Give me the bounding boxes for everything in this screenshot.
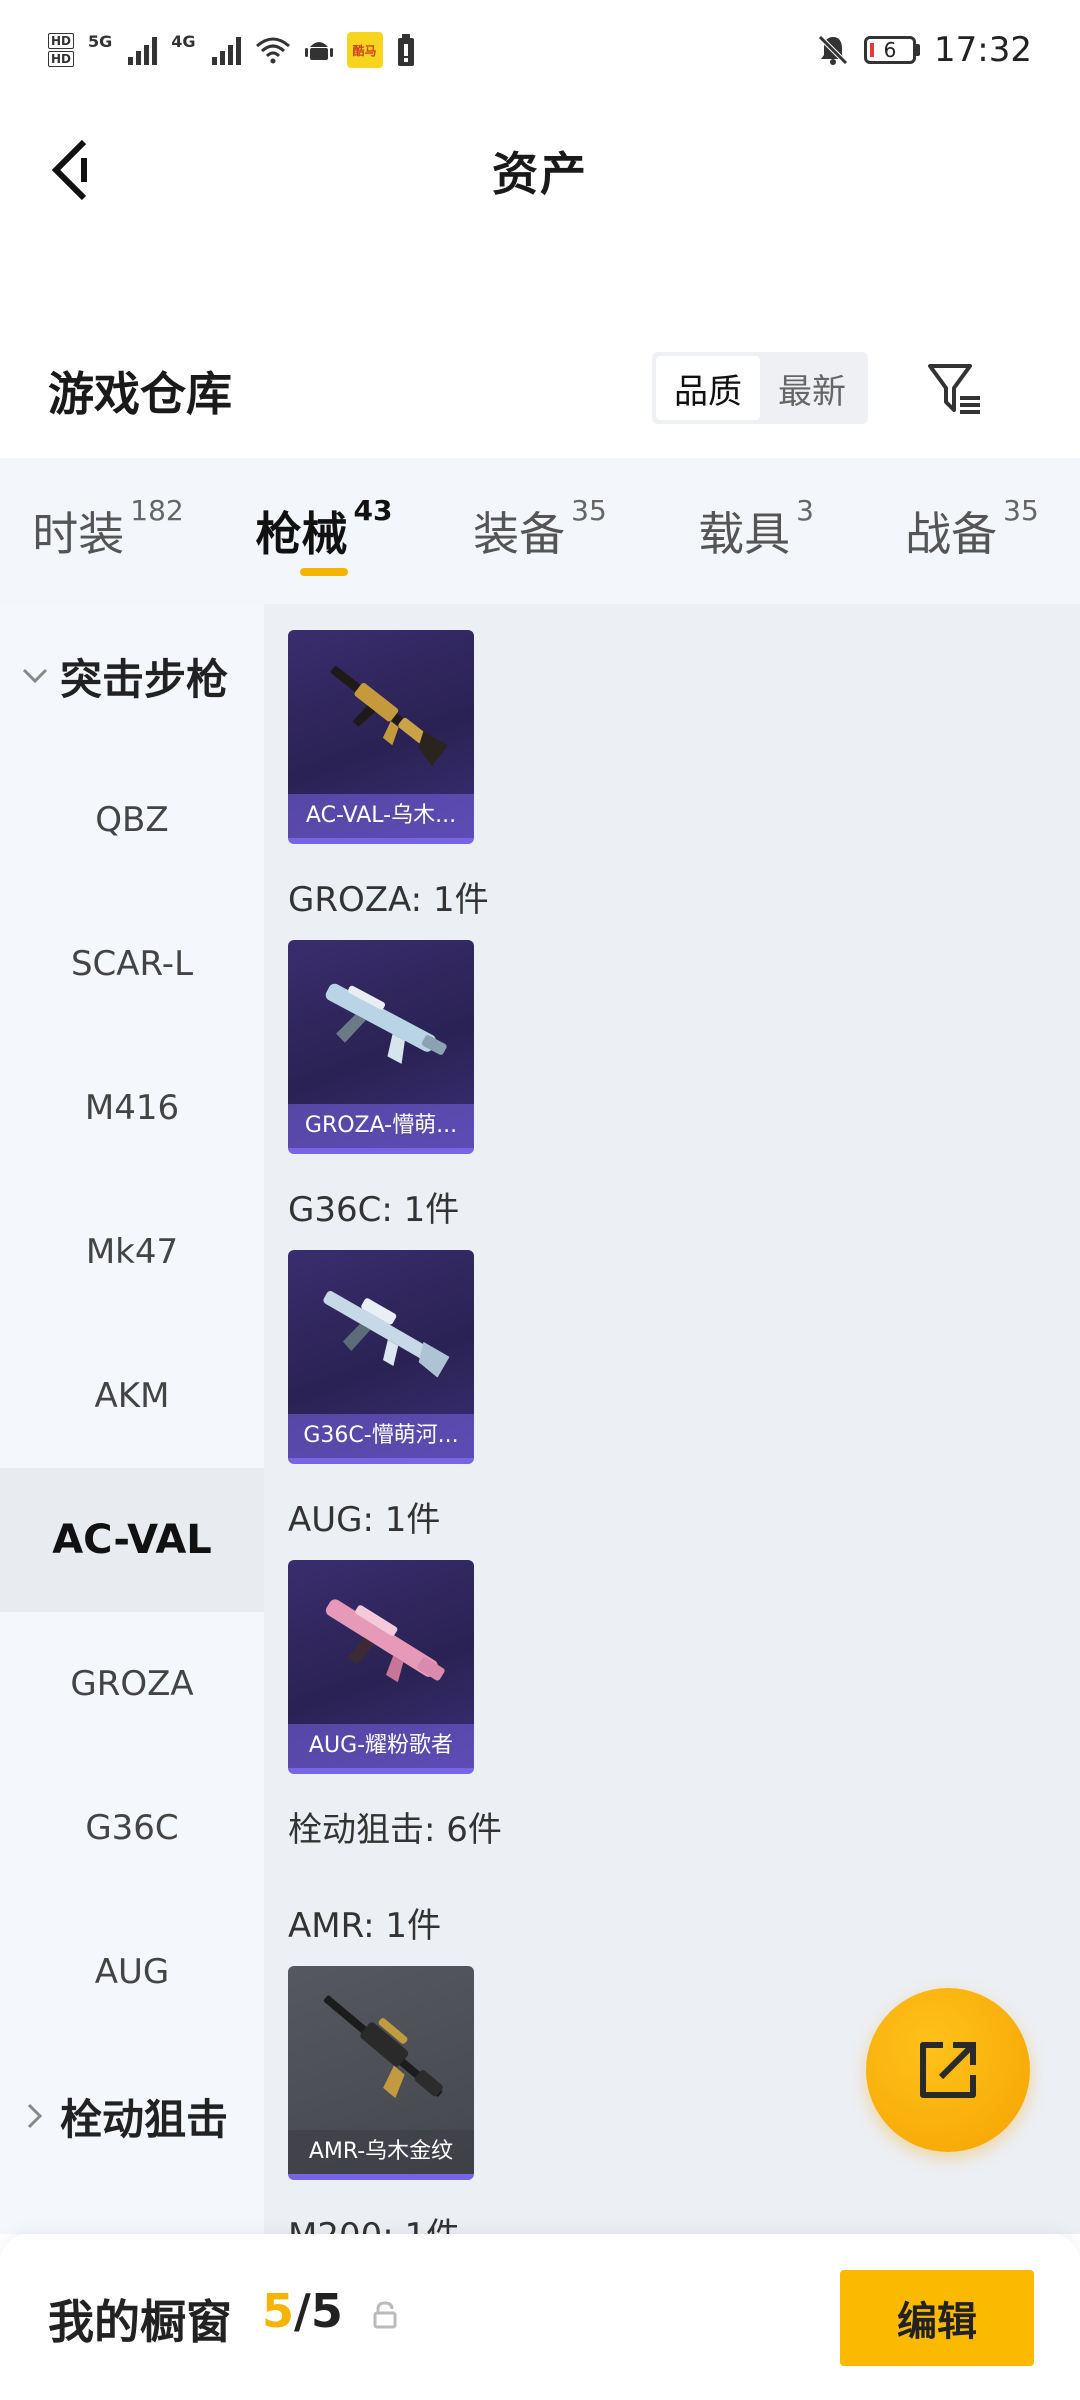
tab-firearms[interactable]: 枪械 43 [216,458,432,604]
sidebar-group-assault-rifles[interactable]: 突击步枪 [0,604,264,748]
sort-quality-button[interactable]: 品质 [656,356,760,420]
rifle-image [323,1291,450,1378]
tab-count: 43 [353,494,393,527]
filter-button[interactable] [918,352,990,424]
showcase-max: 5 [310,2284,343,2338]
showcase-bar: 我的橱窗 5/5 编辑 [0,2234,1080,2400]
sidebar-group-label: 栓动狙击 [60,2094,229,2144]
rifle-image [325,1599,445,1683]
app-notification-icon: 酷马 [346,32,383,68]
signal-2-icon [211,35,241,65]
sidebar-item-akm[interactable]: AKM [0,1324,264,1468]
status-right: 6 17:32 [816,30,1032,70]
item-caption: AMR-乌木金纹 [288,2130,474,2174]
rifle-image [330,666,448,766]
item-caption: GROZA-懵萌... [288,1104,474,1148]
showcase-label: 我的橱窗 [48,2295,232,2349]
page-title: 资产 [492,147,588,201]
sidebar-item-aug[interactable]: AUG [0,1900,264,2044]
tab-label: 战备 [905,507,998,561]
sidebar-item-g36c[interactable]: G36C [0,1756,264,1900]
item-card-g36c[interactable]: G36C-懵萌河... [288,1250,474,1464]
warehouse-header: 游戏仓库 品质 最新 [0,330,1080,450]
tab-label: 载具 [698,507,791,561]
item-caption: AC-VAL-乌木... [288,794,474,838]
hd-indicators: HD HD [48,33,75,67]
sidebar-group-label: 突击步枪 [60,654,229,704]
tab-fashion[interactable]: 时装 182 [0,458,216,604]
showcase-count: 5/5 [262,2284,343,2338]
tab-combat-gear[interactable]: 战备 35 [864,458,1080,604]
sidebar-item-scar-l[interactable]: SCAR-L [0,892,264,1036]
signal-1-label: 5G [88,32,113,51]
weapon-sidebar: 突击步枪 QBZ SCAR-L M416 Mk47 AKM AC-VAL GRO… [0,604,264,2234]
filter-icon [928,364,980,414]
sniper-rifle-image [323,1995,443,2099]
warehouse-title: 游戏仓库 [48,367,232,421]
showcase-current: 5 [262,2284,295,2338]
item-caption: G36C-懵萌河... [288,1414,474,1458]
group-count-label: AMR: 1件 [288,1906,442,1946]
sidebar-item-mk47[interactable]: Mk47 [0,1180,264,1324]
tab-count: 35 [571,494,607,527]
tab-count: 182 [130,494,184,527]
android-icon [304,42,333,60]
item-card-amr[interactable]: AMR-乌木金纹 [288,1966,474,2180]
wifi-icon [255,37,290,64]
tab-count: 35 [1003,494,1039,527]
sort-newest-button[interactable]: 最新 [760,356,864,420]
tab-label: 时装 [32,507,125,561]
rifle-image [325,983,447,1064]
tab-label: 装备 [473,507,566,561]
group-count-label: AUG: 1件 [288,1500,441,1540]
signal-1-icon [128,35,158,65]
status-left: HD HD 5G 4G 酷马 [48,32,415,68]
group-count-label: M200: 1件 [288,2208,460,2234]
hd-icon: HD [48,51,75,67]
category-tabs: 时装 182 枪械 43 装备 35 载具 3 战备 35 [0,458,1080,604]
item-card-ac-val[interactable]: AC-VAL-乌木... [288,630,474,844]
group-count-label: 栓动狙击: 6件 [288,1810,502,1850]
chevron-down-icon [20,661,50,691]
item-card-aug[interactable]: AUG-耀粉歌者 [288,1560,474,1774]
clock: 17:32 [934,30,1032,70]
app-header: 资产 [0,100,1080,240]
sidebar-group-bolt-sniper[interactable]: 栓动狙击 [0,2044,264,2188]
group-count-label: G36C: 1件 [288,1190,460,1230]
share-button[interactable] [866,1988,1030,2152]
sort-toggle: 品质 最新 [652,352,868,424]
tab-label: 枪械 [255,507,348,561]
lock-icon [373,2301,397,2329]
share-export-icon [920,2042,976,2098]
battery-level: 6 [864,36,917,64]
battery-icon: 6 [864,36,921,64]
sidebar-item-qbz[interactable]: QBZ [0,748,264,892]
chevron-right-icon [20,2101,50,2131]
signal-2-label: 4G [171,32,196,51]
item-caption: AUG-耀粉歌者 [288,1724,474,1768]
showcase-separator: / [294,2284,311,2338]
tab-vehicles[interactable]: 载具 3 [648,458,864,604]
edit-button[interactable]: 编辑 [840,2270,1034,2366]
tab-count: 3 [796,494,814,527]
sidebar-item-groza[interactable]: GROZA [0,1612,264,1756]
tab-equipment[interactable]: 装备 35 [432,458,648,604]
battery-saver-icon [397,34,414,66]
group-count-label: GROZA: 1件 [288,880,489,920]
sidebar-item-m416[interactable]: M416 [0,1036,264,1180]
bell-muted-icon [818,35,848,65]
active-tab-indicator [300,568,348,576]
sidebar-item-ac-val[interactable]: AC-VAL [0,1468,264,1612]
item-card-groza[interactable]: GROZA-懵萌... [288,940,474,1154]
hd-icon: HD [48,33,75,49]
status-bar: HD HD 5G 4G 酷马 6 17:32 [0,0,1080,100]
